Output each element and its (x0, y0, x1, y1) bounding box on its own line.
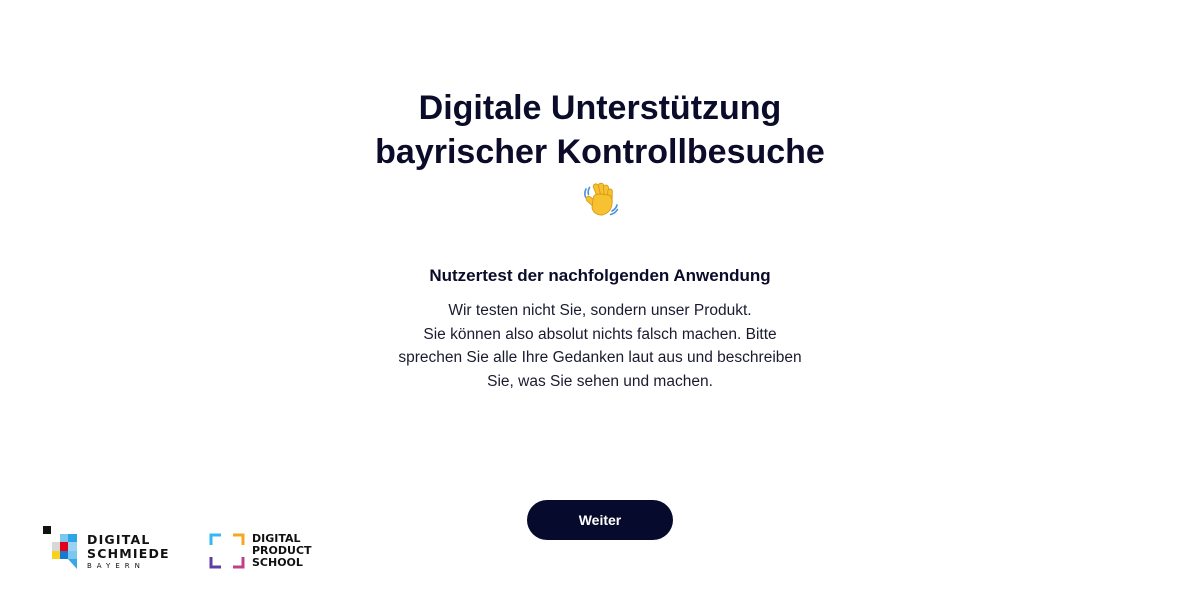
page-title-line-2: bayrischer Kontrollbesuche (375, 133, 825, 171)
intro-text: Wir testen nicht Sie, sondern unser Prod… (390, 299, 810, 393)
digital-product-school-line-3: SCHOOL (252, 556, 303, 569)
intro-heading: Nutzertest der nachfolgenden Anwendung (429, 266, 771, 285)
digital-product-school-logo: DIGITAL PRODUCT SCHOOL (209, 532, 329, 572)
digital-product-school-logo-text: DIGITAL PRODUCT SCHOOL (252, 533, 312, 569)
intro-text-line-4: Sie, was Sie sehen und machen. (487, 372, 713, 390)
digital-schmiede-line-3: BAYERN (87, 562, 145, 570)
intro-text-line-1: Wir testen nicht Sie, sondern unser Prod… (448, 302, 752, 319)
digital-schmiede-line-1: DIGITAL (87, 532, 151, 547)
page-title-line-1: Digitale Unterstützung (418, 89, 782, 127)
digital-schmiede-logo-text: DIGITAL SCHMIEDE BAYERN (87, 533, 170, 572)
digital-schmiede-logo-mark (42, 525, 82, 571)
welcome-page: Digitale Unterstützung bayrischer Kontro… (0, 0, 1200, 600)
waving-hand-icon (581, 180, 621, 220)
digital-schmiede-logo: DIGITAL SCHMIEDE BAYERN (42, 525, 182, 573)
digital-product-school-logo-mark (209, 533, 245, 569)
continue-button[interactable]: Weiter (527, 500, 673, 540)
intro-text-line-2: Sie können also absolut nichts falsch ma… (423, 325, 777, 343)
digital-schmiede-line-2: SCHMIEDE (87, 545, 170, 561)
page-title: Digitale Unterstützung bayrischer Kontro… (0, 86, 1200, 174)
intro-text-line-3: sprechen Sie alle Ihre Gedanken laut aus… (398, 349, 802, 366)
